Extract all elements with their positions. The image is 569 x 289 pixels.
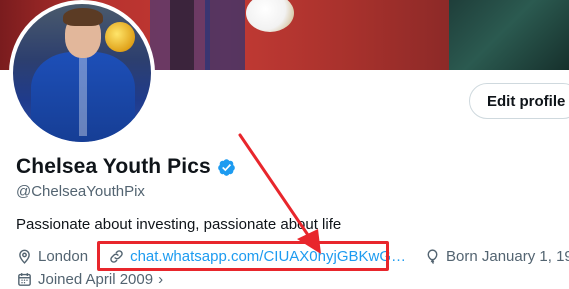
profile-joined: Joined April 2009 bbox=[38, 271, 154, 288]
calendar-icon bbox=[18, 273, 31, 286]
banner-goalkeeper bbox=[449, 0, 569, 70]
avatar[interactable] bbox=[9, 0, 155, 146]
avatar-shirt-stripe bbox=[79, 56, 87, 136]
profile-handle: @ChelseaYouthPix bbox=[16, 183, 145, 200]
verified-badge-icon[interactable] bbox=[217, 158, 236, 177]
avatar-hair bbox=[63, 8, 103, 26]
avatar-football bbox=[105, 22, 135, 52]
profile-birthday: Born January 1, 1971 bbox=[446, 248, 569, 265]
banner-football bbox=[246, 0, 294, 32]
balloon-icon bbox=[427, 249, 438, 264]
profile-joined-row[interactable]: Joined April 2009 › bbox=[16, 271, 163, 288]
edit-profile-button[interactable]: Edit profile bbox=[469, 83, 569, 119]
chevron-right-icon: › bbox=[158, 271, 164, 288]
banner-player-shape bbox=[205, 0, 245, 70]
profile-location: London bbox=[38, 248, 89, 265]
location-pin-icon bbox=[19, 249, 30, 264]
banner-shadow bbox=[170, 0, 194, 70]
profile-name-row: Chelsea Youth Pics bbox=[16, 155, 236, 179]
annotation-highlight-box bbox=[97, 241, 389, 271]
profile-bio: Passionate about investing, passionate a… bbox=[16, 216, 342, 233]
profile-name: Chelsea Youth Pics bbox=[16, 155, 211, 178]
